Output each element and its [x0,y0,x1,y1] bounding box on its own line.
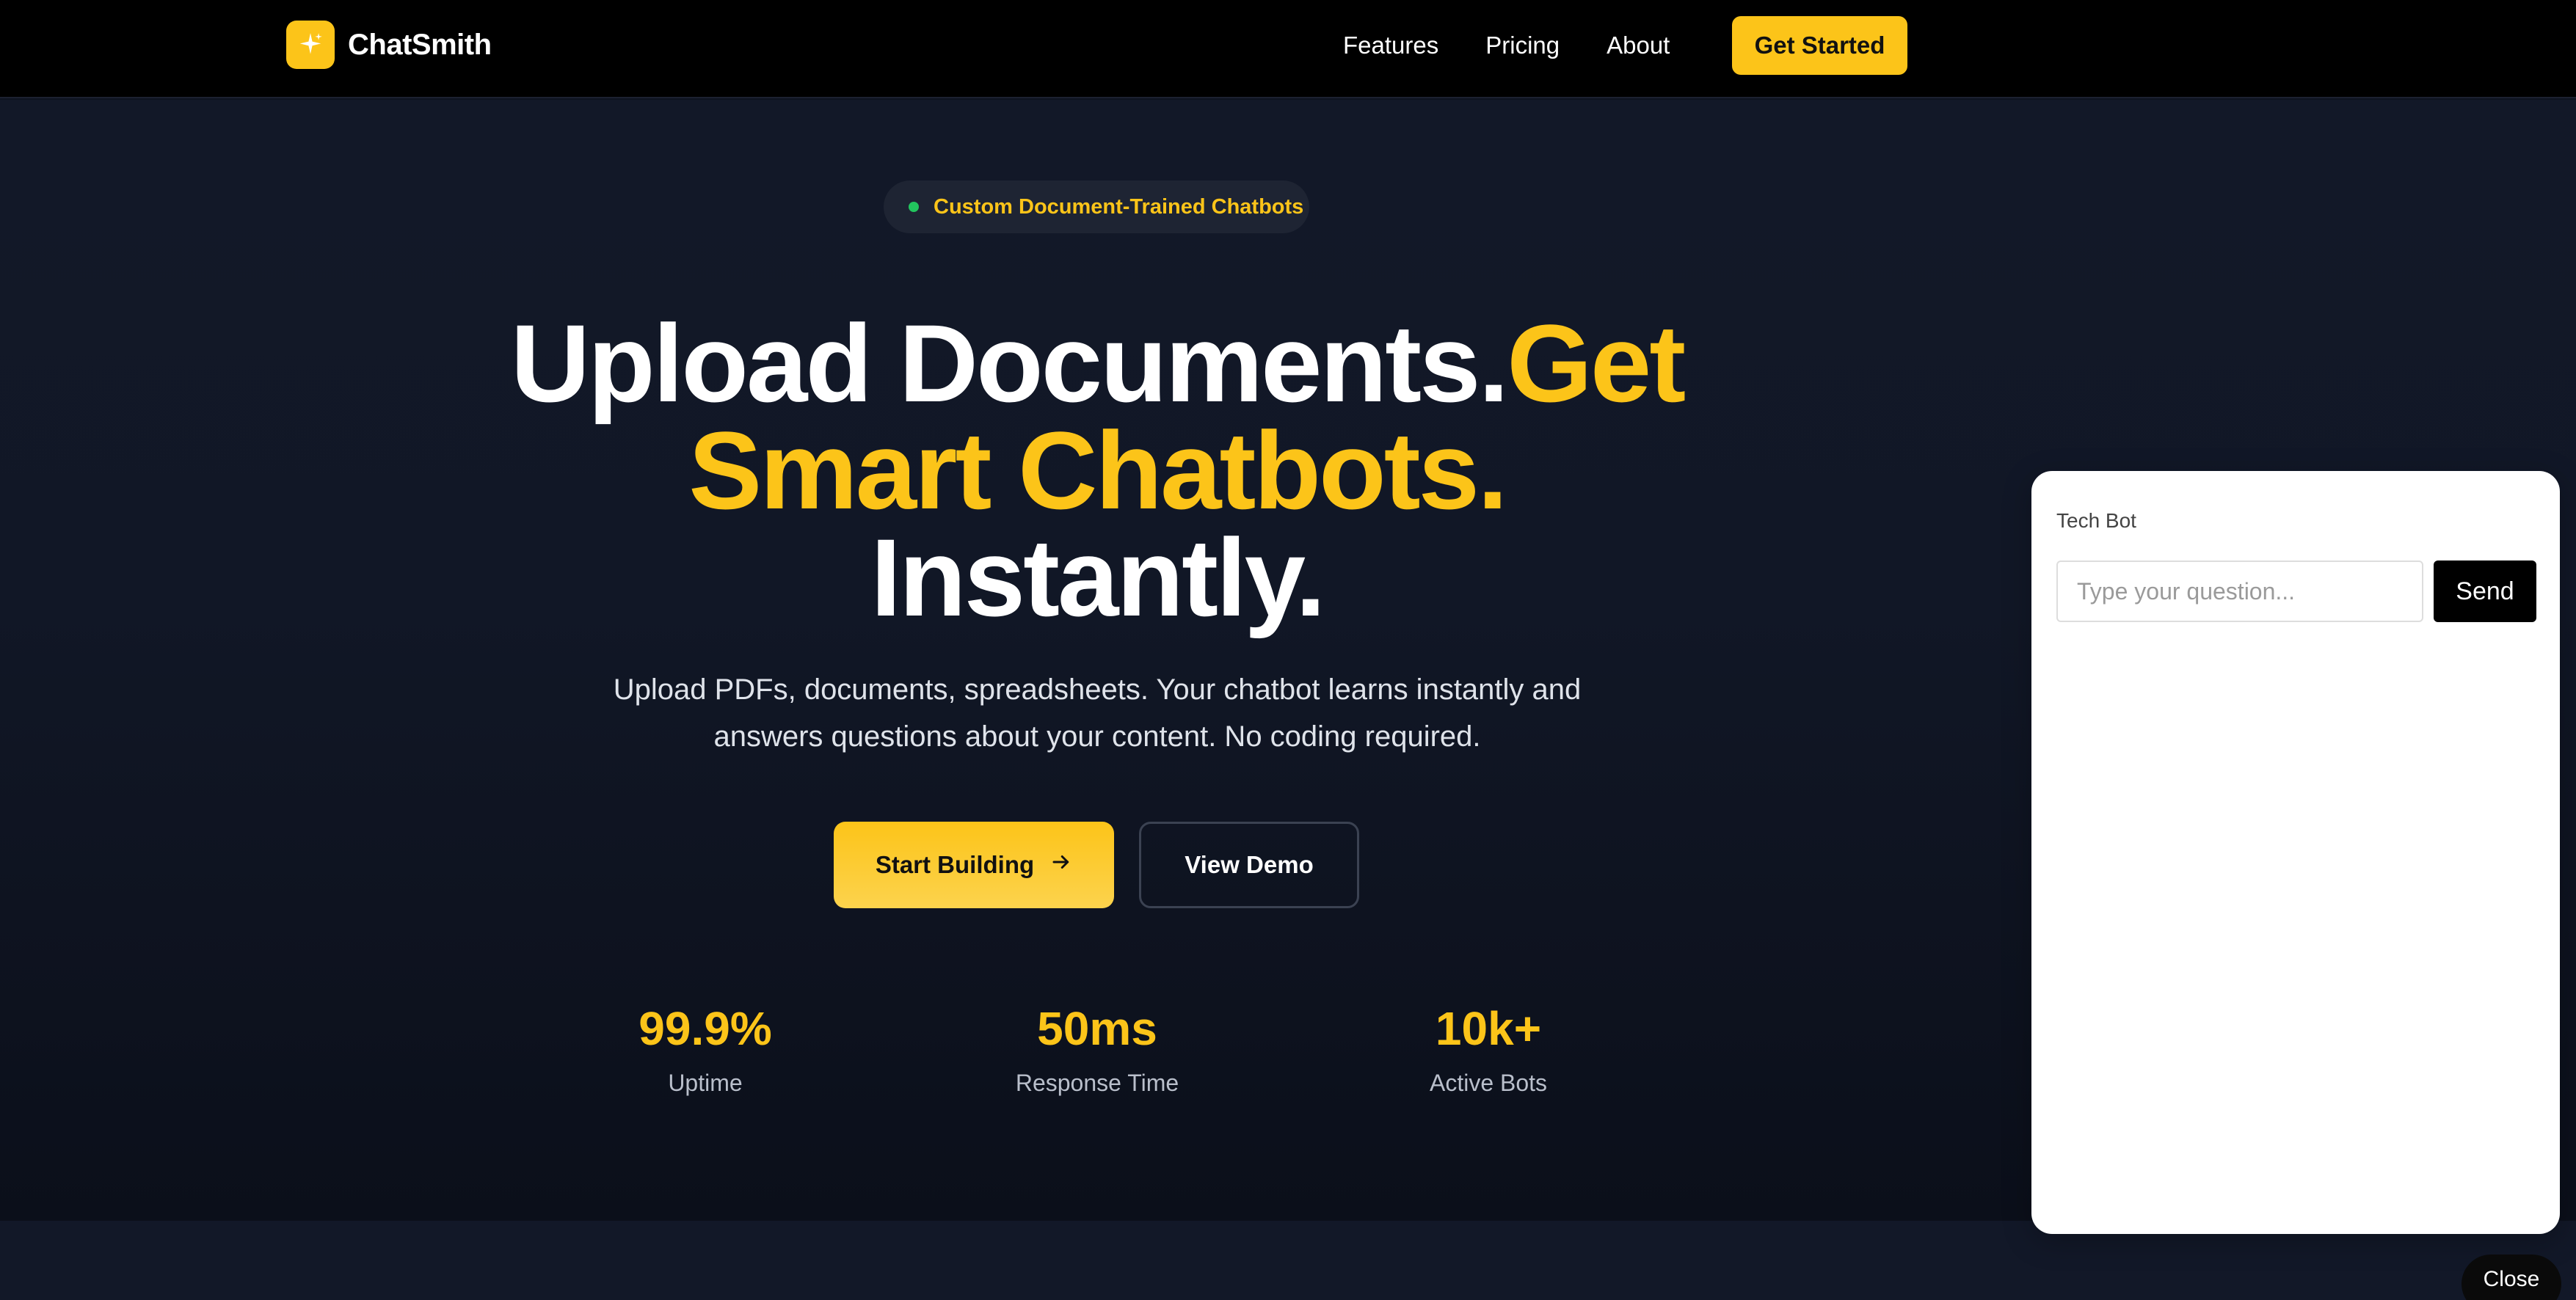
hero-subtitle: Upload PDFs, documents, spreadsheets. Yo… [580,666,1615,760]
status-dot-icon [909,202,919,212]
start-building-button[interactable]: Start Building [834,822,1114,908]
hero-headline: Upload Documents.Get Smart Chatbots. Ins… [440,308,1754,639]
headline-part-2: Get [1507,302,1686,425]
chat-question-input[interactable] [2056,560,2423,622]
chat-send-button[interactable]: Send [2434,560,2536,622]
subtitle-line-1: Upload PDFs, documents, spreadsheets. Yo… [613,673,1582,706]
brand-name: ChatSmith [348,28,492,61]
headline-part-4: Instantly. [870,516,1325,639]
headline-part-3: Smart Chatbots. [688,409,1507,532]
chat-close-button[interactable]: Close [2462,1255,2561,1300]
stat-label: Uptime [668,1070,743,1096]
chat-widget-panel: Tech Bot Send [2031,471,2560,1234]
sparkle-icon [286,21,335,69]
stat-active-bots: 10k+ Active Bots [1334,999,1642,1100]
view-demo-button[interactable]: View Demo [1139,822,1359,908]
stat-value: 50ms [1037,1002,1157,1055]
start-building-label: Start Building [875,851,1035,878]
get-started-button[interactable]: Get Started [1732,16,1907,75]
stat-response-time: 50ms Response Time [943,999,1251,1100]
nav-links: Features Pricing About [1343,16,1717,75]
stat-label: Active Bots [1429,1070,1548,1096]
stat-label: Response Time [1015,1070,1179,1096]
brand[interactable]: ChatSmith [286,21,492,69]
chat-bot-title: Tech Bot [2056,509,2136,532]
headline-part-1: Upload Documents. [510,302,1509,425]
arrow-right-icon [1050,851,1072,879]
nav-link-about[interactable]: About [1607,32,1670,59]
badge-text: Custom Document-Trained Chatbots [934,194,1304,219]
stat-uptime: 99.9% Uptime [551,999,859,1100]
navbar: ChatSmith Features Pricing About Get Sta… [0,0,2576,98]
subtitle-line-2: answers questions about your content. No… [713,720,1481,753]
nav-link-pricing[interactable]: Pricing [1485,32,1560,59]
landing-page: ChatSmith Features Pricing About Get Sta… [0,0,2576,1300]
stat-value: 10k+ [1435,1002,1542,1055]
hero-badge: Custom Document-Trained Chatbots [884,180,1309,233]
nav-link-features[interactable]: Features [1343,32,1438,59]
stat-value: 99.9% [638,1002,772,1055]
